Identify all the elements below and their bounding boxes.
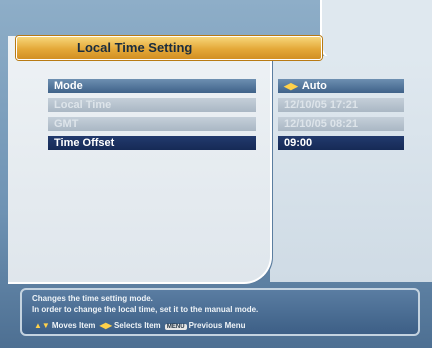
local-time-setting-screen: Local Time Setting Mode ◀▶ Auto Local Tim… xyxy=(0,0,432,348)
help-box: Changes the time setting mode. In order … xyxy=(20,288,420,336)
previous-menu-label: Previous Menu xyxy=(188,321,246,330)
local-time-value: 12/10/05 17:21 xyxy=(278,98,404,112)
mode-value[interactable]: ◀▶ Auto xyxy=(278,79,404,93)
gmt-value: 12/10/05 08:21 xyxy=(278,117,404,131)
mode-value-text: Auto xyxy=(301,80,327,92)
selects-item-label: Selects Item xyxy=(113,321,161,330)
help-line-2: In order to change the local time, set i… xyxy=(32,305,259,314)
page-title: Local Time Setting xyxy=(77,40,193,55)
gmt-label: GMT xyxy=(48,117,256,131)
up-down-arrows-icon: ▲▼ xyxy=(34,321,50,330)
mode-label[interactable]: Mode xyxy=(48,79,256,93)
local-time-label: Local Time xyxy=(48,98,256,112)
moves-item-label: Moves Item xyxy=(51,321,96,330)
time-offset-value[interactable]: 09:00 xyxy=(278,136,404,150)
help-key-legend: ▲▼ Moves Item ◀▶ Selects Item MENU Previous… xyxy=(32,321,245,330)
labels-panel xyxy=(8,36,272,284)
top-right-panel xyxy=(320,0,432,62)
left-right-arrows-icon: ◀▶ xyxy=(99,321,112,330)
menu-key-icon: MENU xyxy=(164,324,187,330)
time-offset-label[interactable]: Time Offset xyxy=(48,136,256,150)
title-bar: Local Time Setting xyxy=(16,36,322,60)
help-line-1: Changes the time setting mode. xyxy=(32,294,153,303)
left-right-arrows-icon: ◀▶ xyxy=(284,81,298,91)
